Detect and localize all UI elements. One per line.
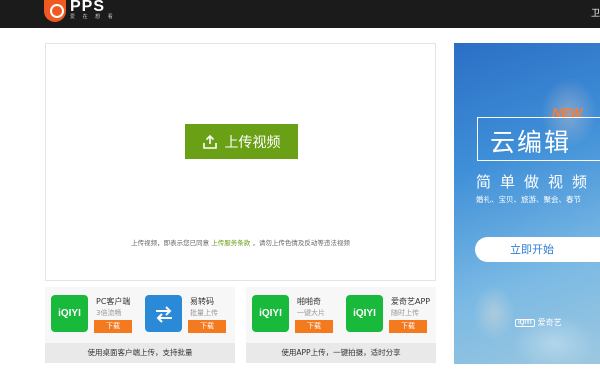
ad-subtitle: 简单做视频 [476, 173, 597, 191]
top-bar: PPS 爱 在 想 看 卫 [0, 0, 600, 28]
pps-logo-icon [44, 0, 66, 22]
app-card-pc-client: iQIYI PC客户端 3倍流畅 下载 [47, 295, 137, 339]
cloud-edit-ad-banner[interactable]: NEW 云编辑 简单做视频 婚礼、宝贝、旅游、聚会、春节 立即开始 iQIYI … [454, 43, 600, 364]
app-card-papaqi: iQIYI 啪啪奇 一键大片 下载 [248, 295, 338, 339]
iqiyi-icon[interactable]: iQIYI [51, 295, 88, 332]
app-desc: 3倍流畅 [96, 309, 122, 317]
app-card-transcode: 易转码 批量上传 下载 [141, 295, 231, 339]
terms-prefix: 上传视频，即表示您已同意 [131, 239, 210, 247]
ad-brand: iQIYI 爱奇艺 [515, 317, 562, 328]
top-right-link[interactable]: 卫 [591, 6, 600, 19]
app-name: 啪啪奇 [297, 297, 321, 306]
upload-video-label: 上传视频 [224, 134, 281, 151]
mobile-apps-footer: 使用APP上传，一键拍摄，适时分享 [246, 343, 436, 363]
app-name: PC客户端 [96, 297, 131, 306]
iqiyi-app-icon[interactable]: iQIYI [346, 295, 383, 332]
app-name: 爱奇艺APP [391, 297, 431, 306]
download-button[interactable]: 下载 [389, 320, 427, 333]
pps-logo[interactable]: PPS 爱 在 想 看 [44, 0, 113, 22]
ad-title: 云编辑 [490, 128, 572, 157]
transcode-icon[interactable] [145, 295, 182, 332]
download-button[interactable]: 下载 [94, 320, 132, 333]
upload-terms: 上传视频，即表示您已同意 上传服务条款 ，请勿上传色情及反动等违法视频 [46, 237, 435, 247]
app-desc: 一键大片 [297, 309, 325, 317]
app-desc: 批量上传 [190, 309, 218, 317]
terms-suffix: ，请勿上传色情及反动等违法视频 [252, 239, 350, 247]
upload-icon [202, 134, 217, 149]
terms-link[interactable]: 上传服务条款 [211, 239, 250, 247]
ad-tags: 婚礼、宝贝、旅游、聚会、春节 [476, 195, 581, 204]
desktop-apps-footer: 使用桌面客户端上传，支持批量 [45, 343, 235, 363]
download-button[interactable]: 下载 [188, 320, 226, 333]
upload-video-button[interactable]: 上传视频 [185, 124, 298, 159]
download-button[interactable]: 下载 [295, 320, 333, 333]
brand-tagline: 爱 在 想 看 [70, 14, 116, 20]
mobile-apps-panel: iQIYI 啪啪奇 一键大片 下载 iQIYI 爱奇艺APP 随时上传 下载 使… [246, 287, 436, 363]
iqiyi-logo-icon: iQIYI [515, 318, 535, 327]
swap-arrows-icon [155, 305, 172, 323]
app-desc: 随时上传 [391, 309, 419, 317]
upload-panel: 上传视频 上传视频，即表示您已同意 上传服务条款 ，请勿上传色情及反动等违法视频 [45, 43, 436, 281]
ad-brand-name: 爱奇艺 [537, 318, 562, 327]
start-now-button[interactable]: 立即开始 [475, 237, 600, 262]
app-card-iqiyi-app: iQIYI 爱奇艺APP 随时上传 下载 [342, 295, 432, 339]
papaqi-icon[interactable]: iQIYI [252, 295, 289, 332]
desktop-apps-panel: iQIYI PC客户端 3倍流畅 下载 易转码 批量上传 下载 使用桌面客户端上… [45, 287, 235, 363]
app-name: 易转码 [190, 297, 214, 306]
brand-name: PPS [70, 0, 106, 15]
